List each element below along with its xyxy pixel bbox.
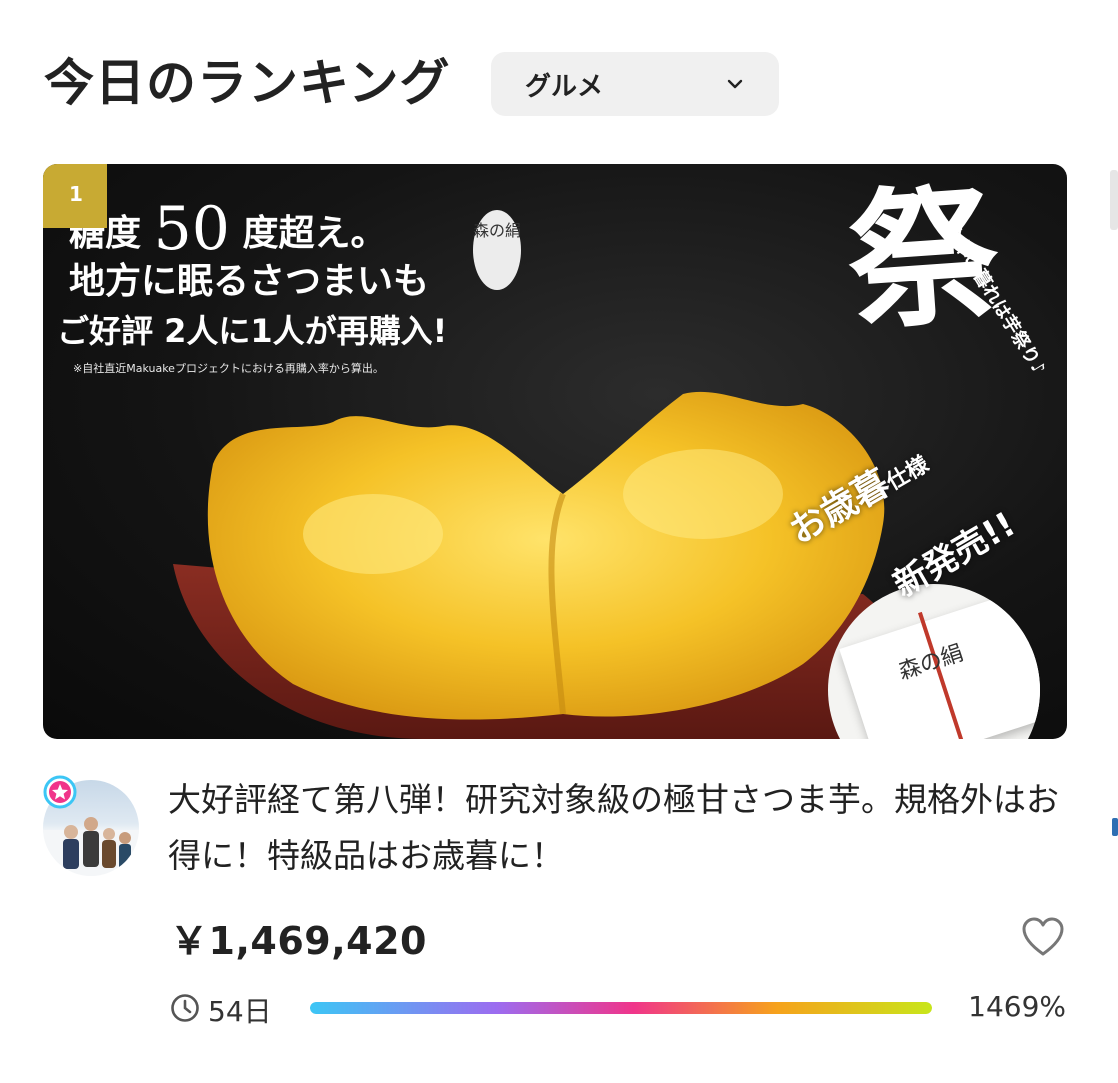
page-title: 今日のランキング: [44, 54, 451, 112]
rank-badge: 1: [43, 164, 107, 228]
funding-amount: ￥1,469,420: [170, 919, 427, 963]
ranking-page: 今日のランキング グルメ 1 糖度 50 度超え。 地方に眠るさつまいも ご好評…: [0, 0, 1118, 1083]
category-select-value: グルメ: [525, 71, 604, 102]
hero-headline-1: 糖度 50 度超え。: [69, 194, 386, 264]
scrollbar-edge[interactable]: [1110, 170, 1118, 230]
clock-icon: [171, 994, 199, 1022]
hero-headline-3: ご好評 2人に1人が再購入!: [57, 312, 448, 350]
chevron-down-icon: [727, 79, 743, 89]
progress-fill: [310, 1002, 932, 1014]
brand-logo: 森の絹: [473, 210, 521, 290]
gift-box: 森の絹: [839, 584, 1040, 739]
category-select[interactable]: グルメ: [491, 52, 779, 116]
star-badge-icon: [43, 775, 77, 809]
heart-icon[interactable]: [1021, 916, 1065, 958]
funding-progress-bar: [310, 1002, 932, 1014]
funding-percent: 1469%: [968, 990, 1066, 1023]
hero-note: ※自社直近Makuakeプロジェクトにおける再購入率から算出。: [73, 362, 384, 375]
edge-indicator: [1112, 818, 1118, 836]
hero-line1-post: 度超え。: [242, 213, 387, 254]
project-image[interactable]: 1 糖度 50 度超え。 地方に眠るさつまいも ご好評 2人に1人が再購入! ※…: [43, 164, 1067, 739]
hero-line1-num: 50: [153, 194, 230, 264]
project-title[interactable]: 大好評経て第八弾！研究対象級の極甘さつま芋。規格外はお得に！特級品はお歳暮に！: [168, 772, 1068, 884]
days-remaining: 54日: [208, 995, 272, 1028]
